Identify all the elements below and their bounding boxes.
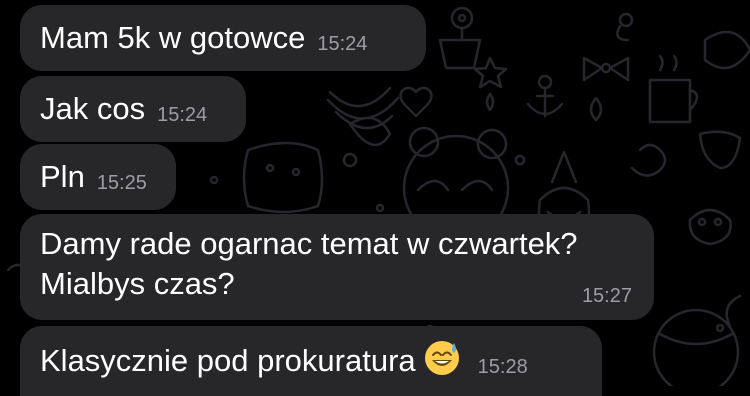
message-bubble[interactable]: Jak cos 15:24 — [20, 76, 246, 142]
message-bubble[interactable]: Damy rade ogarnac temat w czwartek? Mial… — [20, 214, 654, 320]
message-bubble[interactable]: Mam 5k w gotowce 15:24 — [20, 5, 426, 71]
message-timestamp: 15:27 — [581, 285, 632, 307]
message-text-line: Mialbys czas? — [40, 266, 235, 301]
message-text: Pln — [40, 159, 85, 194]
message-text: Jak cos — [40, 91, 146, 126]
message-text-line: Damy rade ogarnac temat w czwartek? — [40, 226, 578, 261]
message-text: Klasycznie pod prokuratura — [40, 343, 416, 378]
message-text: Mam 5k w gotowce — [40, 20, 306, 55]
message-timestamp: 15:24 — [157, 103, 208, 126]
chat-messages: Mam 5k w gotowce 15:24 Jak cos 15:24 Pln… — [0, 0, 750, 396]
message-bubble[interactable]: Pln 15:25 — [20, 144, 176, 210]
message-timestamp: 15:24 — [317, 32, 368, 55]
message-timestamp: 15:25 — [96, 171, 147, 194]
message-timestamp: 15:28 — [477, 355, 528, 378]
sweat-smile-emoji-icon — [424, 341, 459, 375]
